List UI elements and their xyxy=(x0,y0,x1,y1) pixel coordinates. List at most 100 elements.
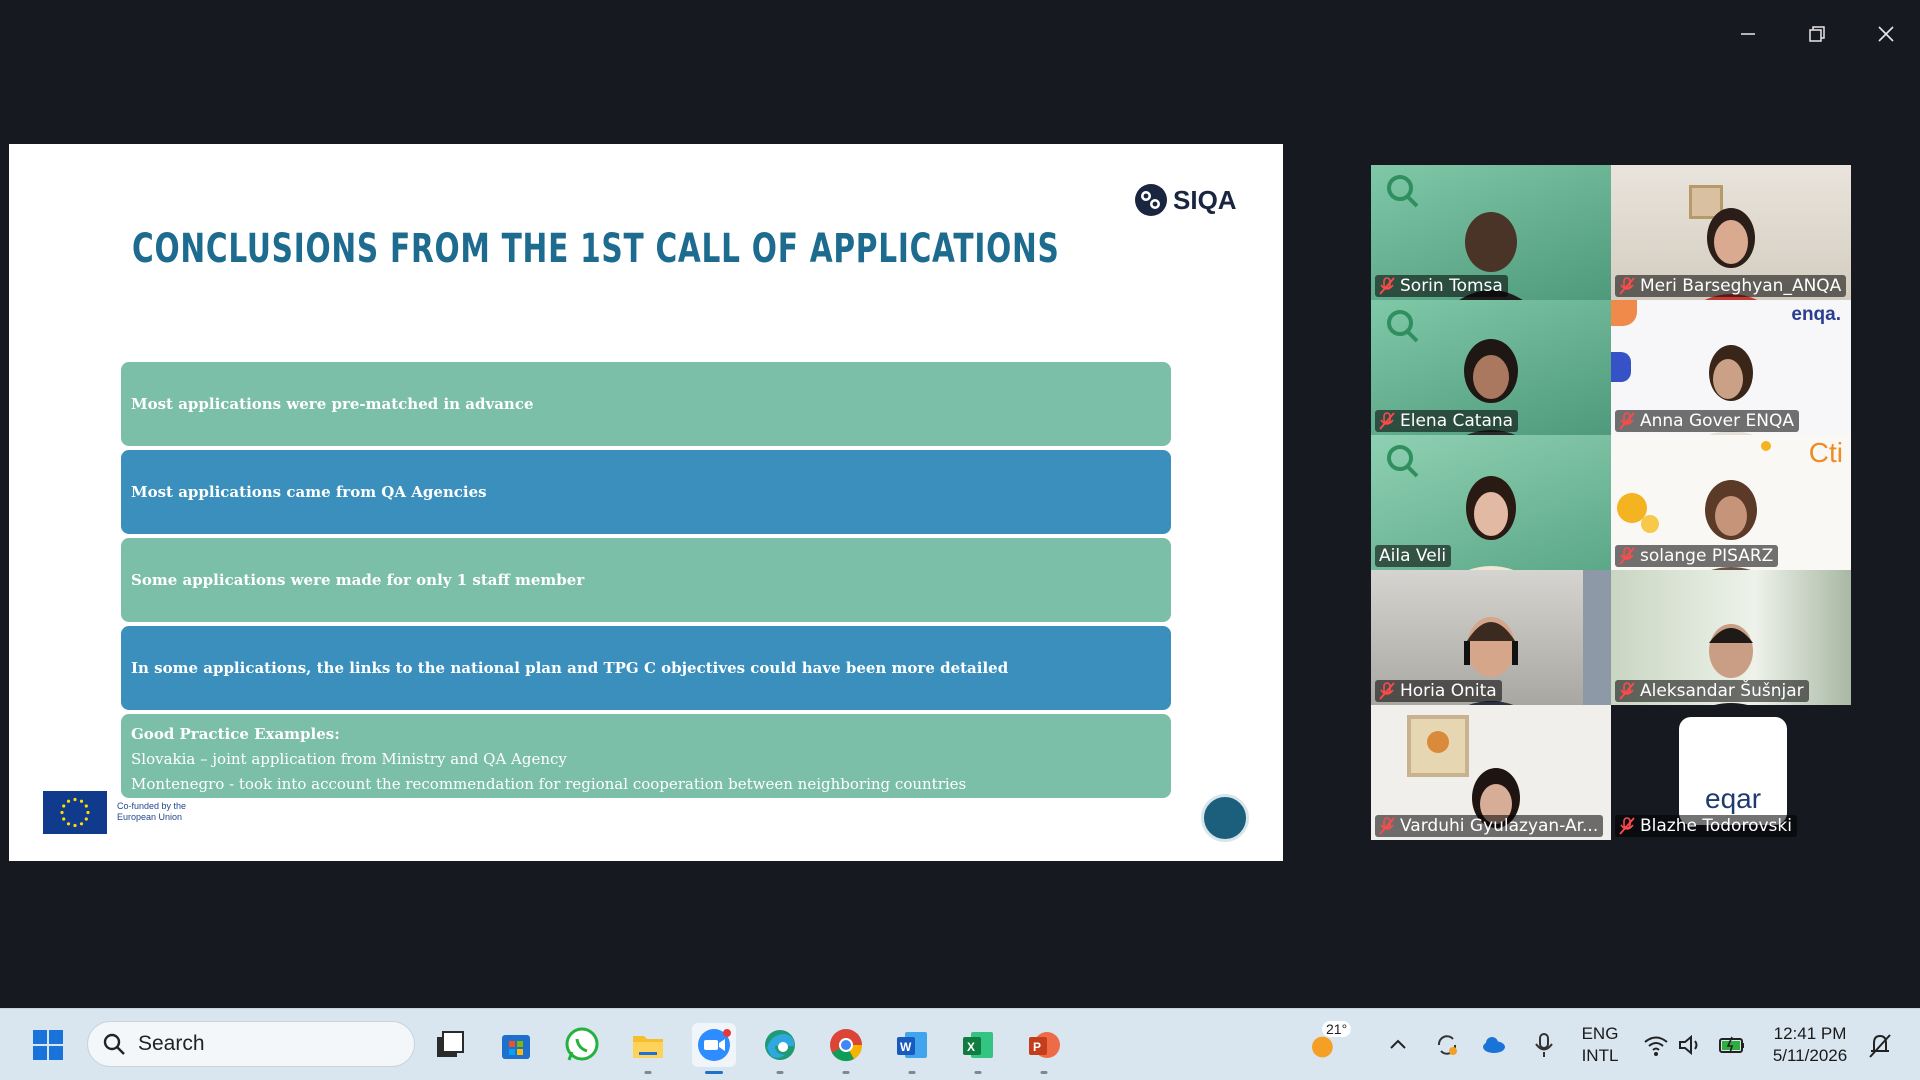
task-view-button[interactable] xyxy=(428,1023,472,1067)
mic-muted-icon xyxy=(1619,682,1635,700)
video-tile-active-speaker[interactable]: Aila Veli xyxy=(1371,435,1611,570)
clock[interactable]: 12:41 PM 5/11/2026 xyxy=(1766,1023,1854,1067)
file-explorer-button[interactable] xyxy=(626,1023,670,1074)
participant-name-tag: Sorin Tomsa xyxy=(1375,275,1508,297)
close-button[interactable] xyxy=(1866,14,1906,54)
avatar: eqar xyxy=(1679,717,1787,825)
taskbar: Search W X P 21° ENG INTL 12:41 PM 5/11/… xyxy=(0,1008,1920,1080)
good-practice-line: Slovakia – joint application from Minist… xyxy=(131,750,567,768)
participant-name: Sorin Tomsa xyxy=(1400,276,1503,296)
video-tile[interactable]: Cti solange PISARZ xyxy=(1611,435,1851,570)
participant-gallery: Sorin Tomsa Meri Barseghyan_ANQA Elena C… xyxy=(1371,165,1852,840)
mic-muted-icon xyxy=(1619,547,1635,565)
word-icon: W xyxy=(897,1032,927,1058)
edge-icon xyxy=(765,1030,795,1060)
siqa-logo-icon xyxy=(1135,184,1167,216)
participant-name-tag: Aila Veli xyxy=(1375,545,1452,567)
minimize-button[interactable] xyxy=(1728,14,1768,54)
mic-muted-icon xyxy=(1379,412,1395,430)
participant-name-tag: Aleksandar Šušnjar xyxy=(1615,680,1809,702)
video-tile[interactable]: Elena Catana xyxy=(1371,300,1611,435)
eu-label-line: European Union xyxy=(117,812,183,822)
video-tile[interactable]: eqar Blazhe Todorovski xyxy=(1611,705,1851,840)
store-button[interactable] xyxy=(494,1023,538,1067)
conclusion-bar: Most applications were pre-matched in ad… xyxy=(121,362,1171,446)
slide-corner-logo-icon xyxy=(1201,794,1249,842)
notification-bell-icon[interactable] xyxy=(1866,1031,1894,1059)
eu-flag-icon xyxy=(43,791,107,834)
video-tile[interactable]: Varduhi Gyulazyan-Ar... xyxy=(1371,705,1611,840)
microsoft-store-icon xyxy=(502,1035,530,1059)
restore-button[interactable] xyxy=(1797,14,1837,54)
participant-name: Meri Barseghyan_ANQA xyxy=(1640,276,1842,296)
word-button[interactable]: W xyxy=(890,1023,934,1074)
language-indicator[interactable]: ENG INTL xyxy=(1572,1023,1628,1067)
edge-button[interactable] xyxy=(758,1023,802,1074)
participant-name: solange PISARZ xyxy=(1640,546,1774,566)
microphone-icon[interactable] xyxy=(1530,1031,1558,1059)
whatsapp-button[interactable] xyxy=(560,1023,604,1067)
wifi-icon[interactable] xyxy=(1642,1031,1670,1059)
eu-cofunded-label: Co-funded by the European Union xyxy=(117,801,207,823)
cti-logo: Cti xyxy=(1808,437,1843,468)
participant-name: Aila Veli xyxy=(1379,546,1447,566)
participant-name-tag: Elena Catana xyxy=(1375,410,1519,432)
q-logo-icon xyxy=(1387,445,1419,478)
participant-name-tag: Horia Onita xyxy=(1375,680,1502,702)
chevron-up-icon[interactable] xyxy=(1384,1031,1412,1059)
participant-name-tag: Meri Barseghyan_ANQA xyxy=(1615,275,1847,297)
search-icon xyxy=(103,1033,125,1055)
participant-name: Aleksandar Šušnjar xyxy=(1640,681,1804,701)
video-tile[interactable]: enqa. Anna Gover ENQA xyxy=(1611,300,1851,435)
window-background xyxy=(1583,570,1611,705)
participant-avatar xyxy=(1466,476,1516,570)
battery-charging-icon[interactable] xyxy=(1718,1031,1746,1059)
participant-name-tag: Anna Gover ENQA xyxy=(1615,410,1799,432)
enqa-logo: enqa. xyxy=(1791,304,1841,325)
svg-text:P: P xyxy=(1033,1040,1041,1054)
participant-name-tag: Blazhe Todorovski xyxy=(1615,815,1797,837)
sync-icon[interactable] xyxy=(1433,1031,1461,1059)
start-button[interactable] xyxy=(26,1023,70,1067)
keyboard-layout: INTL xyxy=(1581,1046,1619,1065)
taskbar-search[interactable]: Search xyxy=(87,1021,415,1067)
search-placeholder: Search xyxy=(138,1032,205,1055)
mic-muted-icon xyxy=(1379,817,1395,835)
video-tile[interactable]: Sorin Tomsa xyxy=(1371,165,1611,300)
volume-icon[interactable] xyxy=(1676,1031,1704,1059)
language-code: ENG xyxy=(1581,1024,1619,1043)
good-practice-bar: Good Practice Examples: Slovakia – joint… xyxy=(121,714,1171,798)
excel-button[interactable]: X xyxy=(956,1023,1000,1074)
powerpoint-button[interactable]: P xyxy=(1022,1023,1066,1074)
chrome-button[interactable] xyxy=(824,1023,868,1074)
video-tile[interactable]: Aleksandar Šušnjar xyxy=(1611,570,1851,705)
close-icon xyxy=(1878,26,1894,42)
good-practice-line: Montenegro - took into account the recom… xyxy=(131,775,967,793)
chrome-icon xyxy=(830,1029,863,1062)
restore-icon xyxy=(1809,26,1825,42)
conclusion-bar: Some applications were made for only 1 s… xyxy=(121,538,1171,622)
decor-shape xyxy=(1641,515,1659,533)
participant-name: Elena Catana xyxy=(1400,411,1514,431)
video-tile[interactable]: Horia Onita xyxy=(1371,570,1611,705)
video-tile[interactable]: Meri Barseghyan_ANQA xyxy=(1611,165,1851,300)
svg-text:W: W xyxy=(900,1040,912,1054)
zoom-button[interactable] xyxy=(692,1023,736,1074)
windows-start-icon xyxy=(33,1030,63,1060)
excel-icon: X xyxy=(963,1032,993,1058)
conclusion-bar: Most applications came from QA Agencies xyxy=(121,450,1171,534)
eqar-logo-text: eqar xyxy=(1705,783,1762,814)
mic-muted-icon xyxy=(1379,682,1395,700)
slide-title: CONCLUSIONS FROM THE 1ST CALL OF APPLICA… xyxy=(132,226,1060,272)
mic-muted-icon xyxy=(1619,817,1635,835)
whatsapp-icon xyxy=(565,1027,599,1061)
participant-name: Blazhe Todorovski xyxy=(1640,816,1792,836)
good-practice-title: Good Practice Examples: xyxy=(131,725,340,743)
onedrive-icon[interactable] xyxy=(1480,1031,1508,1059)
powerpoint-icon: P xyxy=(1029,1032,1060,1058)
svg-text:X: X xyxy=(967,1040,975,1054)
weather-widget[interactable]: 21° xyxy=(1302,1021,1358,1067)
participant-name: Anna Gover ENQA xyxy=(1640,411,1794,431)
minimize-icon xyxy=(1741,33,1755,35)
mic-muted-icon xyxy=(1619,412,1635,430)
